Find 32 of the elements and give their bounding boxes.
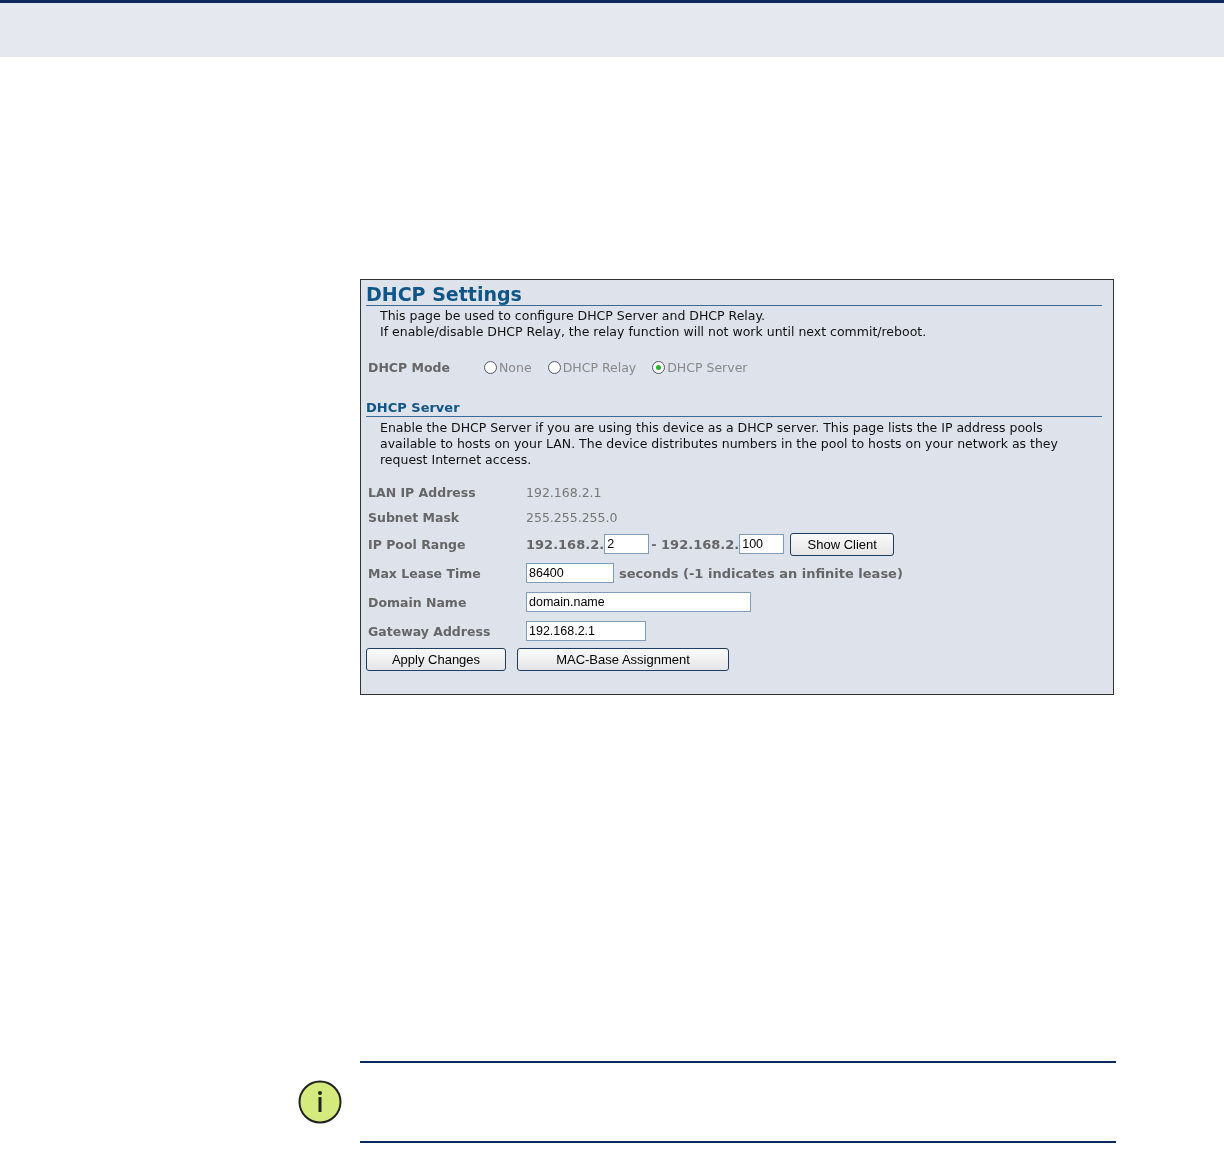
field-value: 192.168.2.1 — [526, 484, 602, 500]
field-hint: seconds (-1 indicates an infinite lease) — [619, 565, 903, 581]
radio-label: None — [499, 360, 532, 375]
action-button[interactable]: MAC-Base Assignment — [517, 648, 729, 671]
ip-prefix: 192.168.2. — [526, 536, 605, 552]
field-value: 255.255.255.0 — [526, 509, 618, 525]
show-client-button[interactable]: Show Client — [790, 532, 895, 556]
action-button[interactable]: Apply Changes — [366, 648, 506, 671]
field-label: Subnet Mask — [368, 509, 461, 525]
input-field[interactable]: 86400 — [526, 563, 614, 583]
field-label: Max Lease Time — [368, 565, 482, 581]
section-title: DHCP Server — [366, 399, 1102, 417]
section-text: Enable the DHCP Server if you are using this device as a DHCP server. This page lists the IP address pools available to hosts on your LAN. The device distributes numbers in the pool to hosts on your network as they request Internet access. — [379, 420, 1059, 468]
radio-label: DHCP Relay — [562, 360, 637, 375]
input-field[interactable]: 100 — [739, 534, 785, 554]
radio-button[interactable] — [547, 361, 561, 374]
field-label: IP Pool Range — [368, 536, 467, 552]
field-label: LAN IP Address — [368, 484, 477, 500]
ip-prefix: - 192.168.2. — [651, 536, 740, 552]
field-label: Domain Name — [368, 594, 468, 610]
radio-label: DHCP Server — [667, 360, 748, 375]
input-field[interactable]: 2 — [604, 534, 650, 554]
input-field[interactable]: 192.168.2.1 — [526, 621, 646, 641]
intro-text: If enable/disable DHCP Relay, the relay function will not work until next commit/reboot. — [380, 324, 928, 340]
field-label: Gateway Address — [368, 623, 492, 639]
info-icon — [298, 1080, 342, 1124]
panel-title: DHCP Settings — [366, 283, 1102, 306]
radio-button[interactable] — [484, 361, 497, 374]
input-field[interactable]: domain.name — [526, 592, 751, 612]
field-label: DHCP Mode — [368, 360, 451, 375]
intro-text: This page be used to configure DHCP Server and DHCP Relay. — [380, 308, 767, 324]
radio-button[interactable] — [652, 361, 666, 374]
